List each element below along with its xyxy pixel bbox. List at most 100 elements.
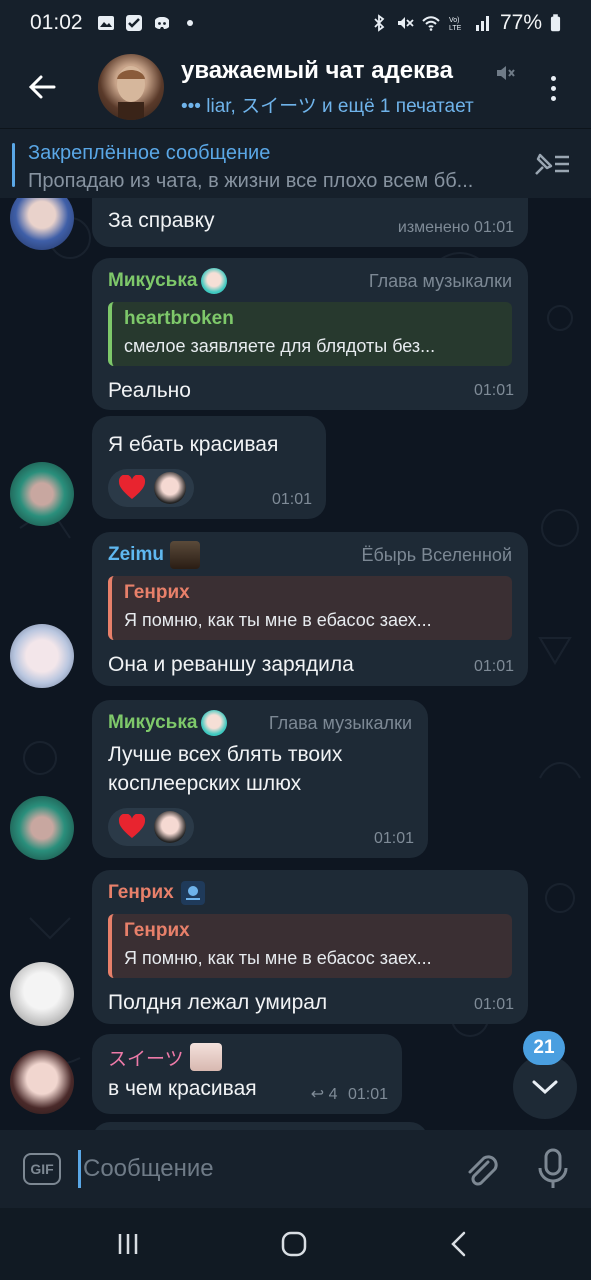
sender-name[interactable]: スイーツ [108,1044,184,1071]
pirate-flag-badge-icon [180,881,205,905]
status-left: 01:02 [30,11,193,35]
avatar-user-green-hair[interactable] [10,796,74,860]
sender-row: Zeimu Ёбырь Вселенной [108,541,512,569]
paperclip-icon[interactable] [462,1150,498,1188]
message-bubble[interactable]: Микуська Глава музыкалки heartbroken сме… [92,258,528,410]
reply-author: Генрих [124,920,190,941]
sender-role: Глава музыкалки [268,712,412,733]
unread-count-badge[interactable]: 21 [523,1031,565,1065]
sender-name[interactable]: Микуська [108,270,197,292]
home-icon[interactable] [280,1230,308,1258]
sender-row: スイーツ [108,1043,386,1071]
avatar-user-sweets[interactable] [10,1050,74,1114]
more-menu-button[interactable] [538,68,568,108]
message-time: 01:01 [347,1086,388,1103]
message-meta: 01:01 [473,996,514,1013]
pinned-title: Закреплённое сообщение [28,142,271,164]
message-meta: ↩ 4 01:01 [311,1084,388,1104]
signal-icon [475,16,489,31]
muted-speaker-icon [397,17,414,29]
message-text: Полдня лежал умирал [108,991,328,1014]
message-meta: 01:01 [473,658,514,675]
message-meta: 01:01 [271,491,312,508]
sender-badge-icon [169,541,200,569]
svg-text:Vo): Vo) [449,17,460,24]
message-text: Лучше всех блять твоих косплеерских шлюх [108,740,412,798]
chevron-down-icon [532,1080,558,1095]
chat-avatar-image [117,66,145,120]
back-button[interactable] [0,46,84,128]
reply-author: heartbroken [124,308,234,329]
message-bubble[interactable] [92,1122,428,1130]
volte-icon: Vo)LTE [449,17,462,32]
sender-role: Глава музыкалки [368,270,512,291]
reply-quote[interactable]: heartbroken смелое заявляете для блядоты… [108,302,512,366]
muted-bell-icon [497,66,515,80]
checkbox-notification-icon [125,15,142,31]
avatar-user-green-hair[interactable] [10,462,74,526]
back-arrow-icon [28,75,56,99]
message-bubble[interactable]: スイーツ в чем красивая ↩ 4 01:01 [92,1034,402,1114]
microphone-icon[interactable] [536,1148,570,1190]
back-nav-icon[interactable] [446,1230,474,1258]
reactor-avatar [154,472,186,504]
reaction-heart[interactable] [108,808,194,846]
message-text: Реально [108,379,191,402]
pinned-text: Пропадаю из чата, в жизни все плохо всем… [28,170,474,192]
reply-quote[interactable]: Генрих Я помню, как ты мне в ебасос заех… [108,576,512,640]
message-meta: изменено 01:01 [397,219,514,236]
pinned-message-bar[interactable]: Закреплённое сообщение Пропадаю из чата,… [0,128,591,198]
message-text: Я ебать красивая [108,433,279,456]
gif-button[interactable]: GIF [23,1153,61,1185]
message-bubble[interactable]: Микуська Глава музыкалки Лучше всех блят… [92,700,428,858]
message-input-bar: GIF [0,1130,591,1208]
reply-quote[interactable]: Генрих Я помню, как ты мне в ебасос заех… [108,914,512,978]
message-meta: 01:01 [473,382,514,399]
message-bubble[interactable]: За справку изменено 01:01 [92,198,528,247]
sender-role: Ёбырь Вселенной [361,544,512,565]
avatar-user-anime-girl[interactable] [10,624,74,688]
battery-level: 77% [499,11,542,34]
message-input[interactable] [78,1150,438,1188]
battery-icon [550,14,561,32]
reaction-heart[interactable] [108,469,194,507]
bluetooth-icon [374,14,385,32]
sender-row: Микуська Глава музыкалки [108,268,512,294]
sender-badge-icon [201,710,228,736]
message-line: Лучше всех блять твоих [108,743,343,766]
sender-name[interactable]: Микуська [108,712,197,734]
status-right: Vo) LTE 77% [370,11,561,35]
pinned-list-icon[interactable] [531,149,571,179]
heart-icon [118,475,146,499]
sender-row: Микуська Глава музыкалки [108,710,412,736]
svg-text:LTE: LTE [449,25,462,32]
message-bubble[interactable]: Я ебать красивая 01:01 [92,416,326,519]
reply-text: смелое заявляете для блядоты без... [124,336,436,356]
reactor-avatar [154,811,186,843]
recent-apps-icon[interactable] [114,1230,142,1258]
chat-title: уважаемый чат адеква [181,56,453,84]
reply-count[interactable]: 4 [329,1086,338,1103]
pinned-indicator [12,143,15,187]
status-bar: 01:02 Vo) LTE 77% [0,0,591,46]
reply-text: Я помню, как ты мне в ебасос заех... [124,948,432,968]
chat-avatar[interactable] [98,54,164,120]
chat-area[interactable]: За справку изменено 01:01 Микуська Глава… [0,198,591,1130]
message-bubble[interactable]: Zeimu Ёбырь Вселенной Генрих Я помню, ка… [92,532,528,686]
message-line: косплеерских шлюх [108,772,302,795]
sender-name[interactable]: Генрих [108,882,174,904]
sender-badge-icon [189,1043,222,1071]
heart-icon [118,814,146,838]
reply-text: Я помню, как ты мне в ебасос заех... [124,610,432,630]
system-nav-bar [0,1208,591,1280]
gallery-notification-icon [97,16,114,30]
avatar-user-sketch[interactable] [10,962,74,1026]
chat-header: уважаемый чат адеква ••• liar, スイーツ и ещ… [0,46,591,128]
typing-status: ••• liar, スイーツ и ещё 1 печатает [181,91,521,118]
typing-dots-icon: ••• [181,95,201,117]
message-meta: 01:01 [373,830,414,847]
chat-info[interactable]: уважаемый чат адеква ••• liar, スイーツ и ещ… [181,57,521,118]
sender-name[interactable]: Zeimu [108,544,164,566]
wifi-icon [422,16,440,31]
message-bubble[interactable]: Генрих Генрих Я помню, как ты мне в ебас… [92,870,528,1024]
